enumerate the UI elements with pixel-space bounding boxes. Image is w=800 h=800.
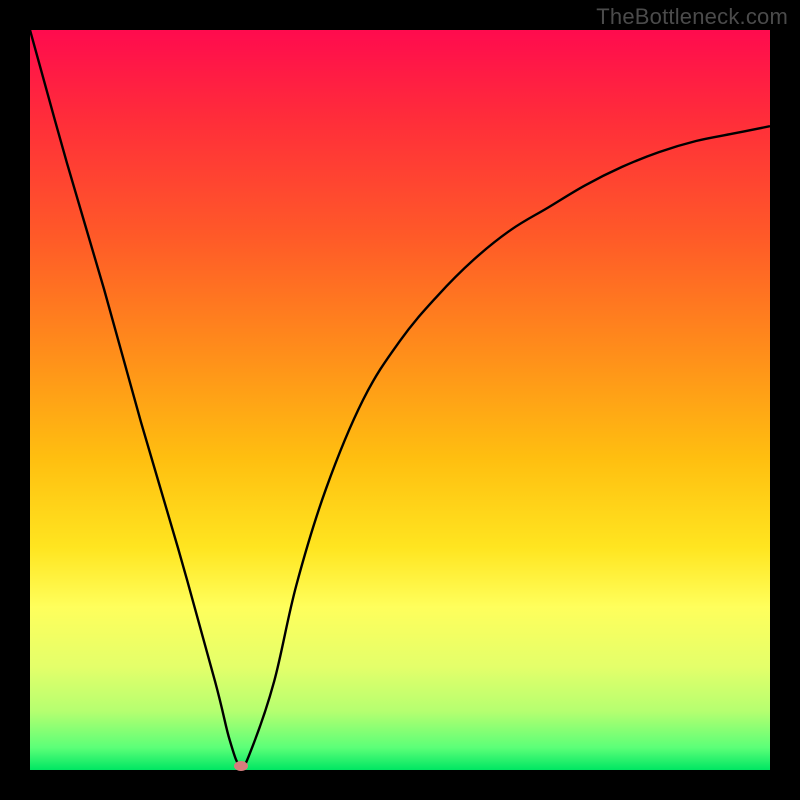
bottleneck-curve [30, 30, 770, 770]
minimum-marker [234, 761, 248, 771]
curve-path [30, 30, 770, 767]
watermark-text: TheBottleneck.com [596, 4, 788, 30]
chart-frame: TheBottleneck.com [0, 0, 800, 800]
plot-area [30, 30, 770, 770]
